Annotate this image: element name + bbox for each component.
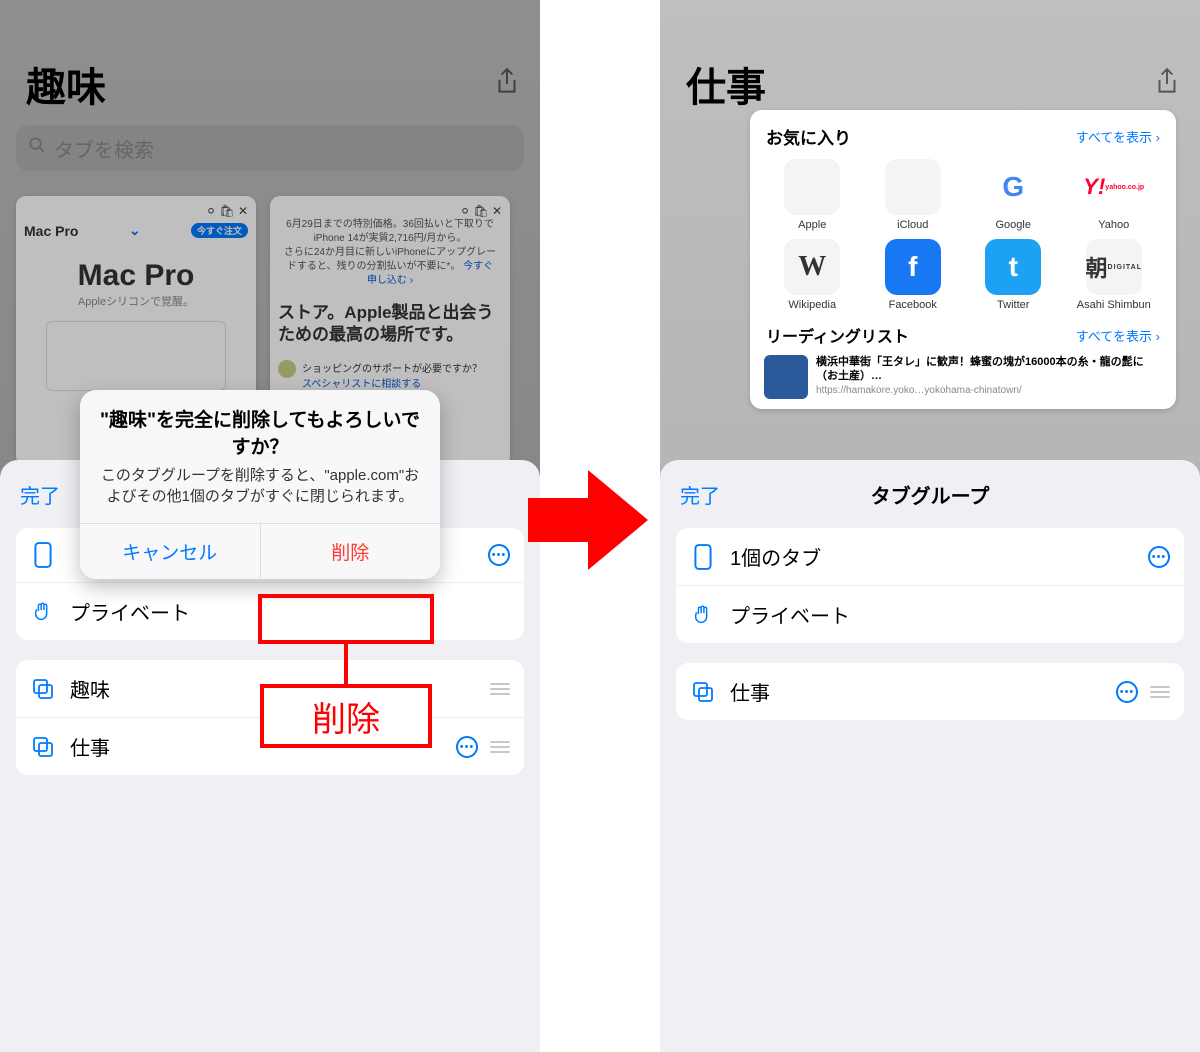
copy-icon: [30, 734, 56, 760]
phone-icon: [30, 542, 56, 568]
reading-title: 横浜中華街「王タレ」に歓声！蜂蜜の塊が16000本の糸・龍の髭に（お土産）…: [816, 355, 1162, 384]
more-icon[interactable]: •••: [1148, 546, 1170, 568]
more-icon[interactable]: •••: [1116, 681, 1138, 703]
drag-handle-icon[interactable]: [490, 683, 510, 695]
favorite-twitter[interactable]: tTwitter: [965, 239, 1062, 311]
done-button[interactable]: 完了: [680, 480, 720, 509]
confirm-delete-alert: "趣味"を完全に削除してもよろしいですか？ このタブグループを削除すると、"ap…: [80, 390, 440, 579]
annotation-label: 削除: [260, 684, 432, 748]
share-icon[interactable]: [1154, 67, 1180, 102]
cancel-button[interactable]: キャンセル: [80, 524, 260, 579]
phone-icon: [690, 544, 716, 570]
yahoo-icon: Y!yahoo.co.jp: [1086, 159, 1142, 215]
show-all-button[interactable]: すべてを表示 ›: [1076, 127, 1160, 146]
facebook-icon: f: [885, 239, 941, 295]
highlight-box-delete-button: [258, 594, 434, 644]
favorite-facebook[interactable]: fFacebook: [865, 239, 962, 311]
favorite-yahoo[interactable]: Y!yahoo.co.jpYahoo: [1066, 159, 1163, 231]
left-phone-screen: 趣味 タブを検索 ⚪︎ 🛍 ✕ Mac Pro⌄今すぐ注文 Mac Pro Ap…: [0, 0, 540, 1052]
sheet-title: タブグループ: [871, 480, 990, 509]
tab-row-private[interactable]: プライベート: [676, 586, 1184, 643]
google-icon: G: [985, 159, 1041, 215]
wikipedia-icon: W: [784, 239, 840, 295]
page-title: 仕事: [686, 55, 766, 113]
arrow-icon: [528, 470, 658, 570]
reading-thumbnail: [764, 355, 808, 399]
reading-list-heading: リーディングリスト: [766, 323, 909, 347]
reading-url: https://hamakore.yoko…yokohama-chinatown…: [816, 384, 1162, 397]
hand-icon: [690, 602, 716, 628]
show-all-button[interactable]: すべてを表示 ›: [1076, 326, 1160, 345]
favorite-icloud[interactable]: iCloud: [865, 159, 962, 231]
annotation-connector: [344, 644, 348, 684]
hand-icon: [30, 599, 56, 625]
alert-title: "趣味"を完全に削除してもよろしいですか？: [80, 390, 440, 465]
more-icon[interactable]: •••: [488, 544, 510, 566]
delete-button[interactable]: 削除: [260, 524, 441, 579]
apple-icon: [784, 159, 840, 215]
reading-list-item[interactable]: 横浜中華街「王タレ」に歓声！蜂蜜の塊が16000本の糸・龍の髭に（お土産）… h…: [764, 355, 1162, 399]
alert-message: このタブグループを削除すると、"apple.com"およびその他1個のタブがすぐ…: [80, 465, 440, 523]
tab-group-row-work[interactable]: 仕事 •••: [676, 663, 1184, 720]
copy-icon: [30, 676, 56, 702]
twitter-icon: t: [985, 239, 1041, 295]
tab-row-default[interactable]: 1個のタブ •••: [676, 528, 1184, 586]
more-icon[interactable]: •••: [456, 736, 478, 758]
right-phone-screen: 仕事 お気に入り すべてを表示 › Apple iCloud GGoogle Y…: [660, 0, 1200, 1052]
done-button[interactable]: 完了: [20, 480, 60, 509]
apple-icon: [885, 159, 941, 215]
tab-group-sheet: 完了 タブグループ 1個のタブ ••• プライベート 仕事 •••: [660, 460, 1200, 1052]
drag-handle-icon[interactable]: [1150, 686, 1170, 698]
favorite-asahi[interactable]: 朝DIGITALAsahi Shimbun: [1066, 239, 1163, 311]
favorites-heading: お気に入り: [766, 124, 851, 149]
favorite-wikipedia[interactable]: WWikipedia: [764, 239, 861, 311]
asahi-icon: 朝DIGITAL: [1086, 239, 1142, 295]
copy-icon: [690, 679, 716, 705]
start-page-card[interactable]: お気に入り すべてを表示 › Apple iCloud GGoogle Y!ya…: [750, 110, 1176, 409]
favorite-google[interactable]: GGoogle: [965, 159, 1062, 231]
header: 仕事: [686, 55, 1180, 113]
favorite-apple[interactable]: Apple: [764, 159, 861, 231]
drag-handle-icon[interactable]: [490, 741, 510, 753]
